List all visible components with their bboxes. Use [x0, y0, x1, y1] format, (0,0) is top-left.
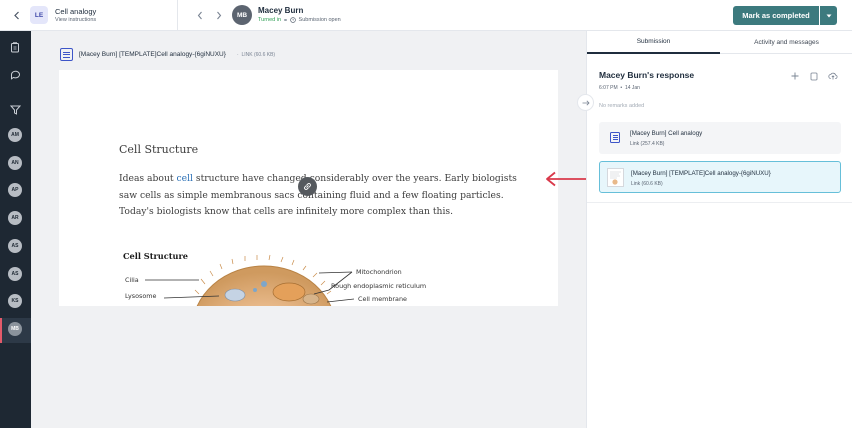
- document-preview[interactable]: Cell Structure Ideas about cell structur…: [59, 70, 558, 306]
- student-avatar-ar[interactable]: AR: [8, 211, 22, 225]
- previous-student-icon[interactable]: [194, 9, 206, 22]
- student-avatar-ap[interactable]: AP: [8, 183, 22, 197]
- left-sidebar: AM AN AP AR AS AS KS MB: [0, 31, 31, 428]
- label-lysosome: Lysosome: [125, 292, 157, 300]
- file-meta: · LINK (60.6 KB): [237, 52, 276, 58]
- remarks-text: No remarks added: [599, 103, 645, 109]
- attachment-size: Link (257.4 KB): [630, 141, 665, 147]
- next-student-icon[interactable]: [213, 9, 225, 22]
- turned-in-status: Turned in: [258, 17, 282, 23]
- tab-activity-and-messages[interactable]: Activity and messages: [720, 31, 852, 54]
- caret-down-icon: [826, 14, 831, 17]
- view-instructions-link[interactable]: View instructions: [55, 17, 96, 23]
- top-bar: LE Cell analogy View instructions MB Mac…: [0, 0, 852, 31]
- student-name: Macey Burn: [258, 6, 304, 15]
- collapse-panel-button[interactable]: [577, 94, 594, 111]
- attachment-name: [Macey Burn] [TEMPLATE]Cell analogy-{6gi…: [631, 170, 771, 177]
- student-avatar: MB: [232, 5, 252, 25]
- student-avatar-am[interactable]: AM: [8, 128, 22, 142]
- divider: [587, 202, 852, 203]
- assignment-icon[interactable]: [8, 40, 22, 54]
- student-avatar-as-2[interactable]: AS: [8, 267, 22, 281]
- tab-submission[interactable]: Submission: [587, 31, 720, 54]
- mark-as-completed-button[interactable]: Mark as completed: [733, 6, 819, 25]
- label-cell-membrane: Cell membrane: [358, 295, 407, 303]
- arrow-right-icon: [582, 100, 590, 105]
- dot-separator: [284, 18, 287, 22]
- submission-open-status: Submission open: [298, 17, 341, 23]
- attachment-item-selected[interactable]: [Macey Burn] [TEMPLATE]Cell analogy-{6gi…: [599, 161, 841, 193]
- clock-icon: [289, 17, 296, 23]
- attachment-item[interactable]: [Macey Burn] Cell analogy Link (257.4 KB…: [599, 122, 841, 154]
- comments-icon[interactable]: [8, 68, 22, 82]
- student-avatar-an[interactable]: AN: [8, 156, 22, 170]
- copy-icon[interactable]: [809, 71, 819, 81]
- upload-cloud-icon[interactable]: [828, 71, 838, 81]
- response-title: Macey Burn's response: [599, 70, 695, 80]
- submission-status: Turned in Submission open: [258, 17, 341, 23]
- label-rough-er: Rough endoplasmic reticulum: [331, 282, 427, 290]
- student-avatar-as-1[interactable]: AS: [8, 239, 22, 253]
- mark-options-dropdown[interactable]: [820, 6, 837, 25]
- attachment-name: [Macey Burn] Cell analogy: [630, 130, 703, 137]
- student-avatar-ks[interactable]: KS: [8, 294, 22, 308]
- document-viewer: [Macey Burn] [TEMPLATE]Cell analogy-{6gi…: [31, 31, 586, 428]
- student-avatar-mb[interactable]: MB: [8, 322, 22, 336]
- divider: [177, 0, 178, 31]
- assignment-title: Cell analogy: [55, 7, 97, 16]
- attachment-size: Link (60.6 KB): [631, 181, 663, 187]
- open-link-icon[interactable]: [298, 177, 317, 196]
- document-thumbnail-icon: [607, 168, 624, 187]
- document-icon: [60, 48, 73, 61]
- filter-icon[interactable]: [8, 103, 22, 117]
- submission-panel: Submission Activity and messages Macey B…: [586, 31, 852, 428]
- assignment-badge: LE: [30, 6, 48, 24]
- add-icon[interactable]: [790, 71, 800, 81]
- back-icon[interactable]: [10, 9, 23, 22]
- file-title[interactable]: [Macey Burn] [TEMPLATE]Cell analogy-{6gi…: [79, 51, 226, 58]
- document-icon: [610, 132, 620, 143]
- response-timestamp: 6:07 PM • 14 Jan: [599, 85, 640, 91]
- label-cilia: Cilia: [125, 276, 139, 284]
- label-mitochondrion: Mitochondrion: [356, 268, 402, 276]
